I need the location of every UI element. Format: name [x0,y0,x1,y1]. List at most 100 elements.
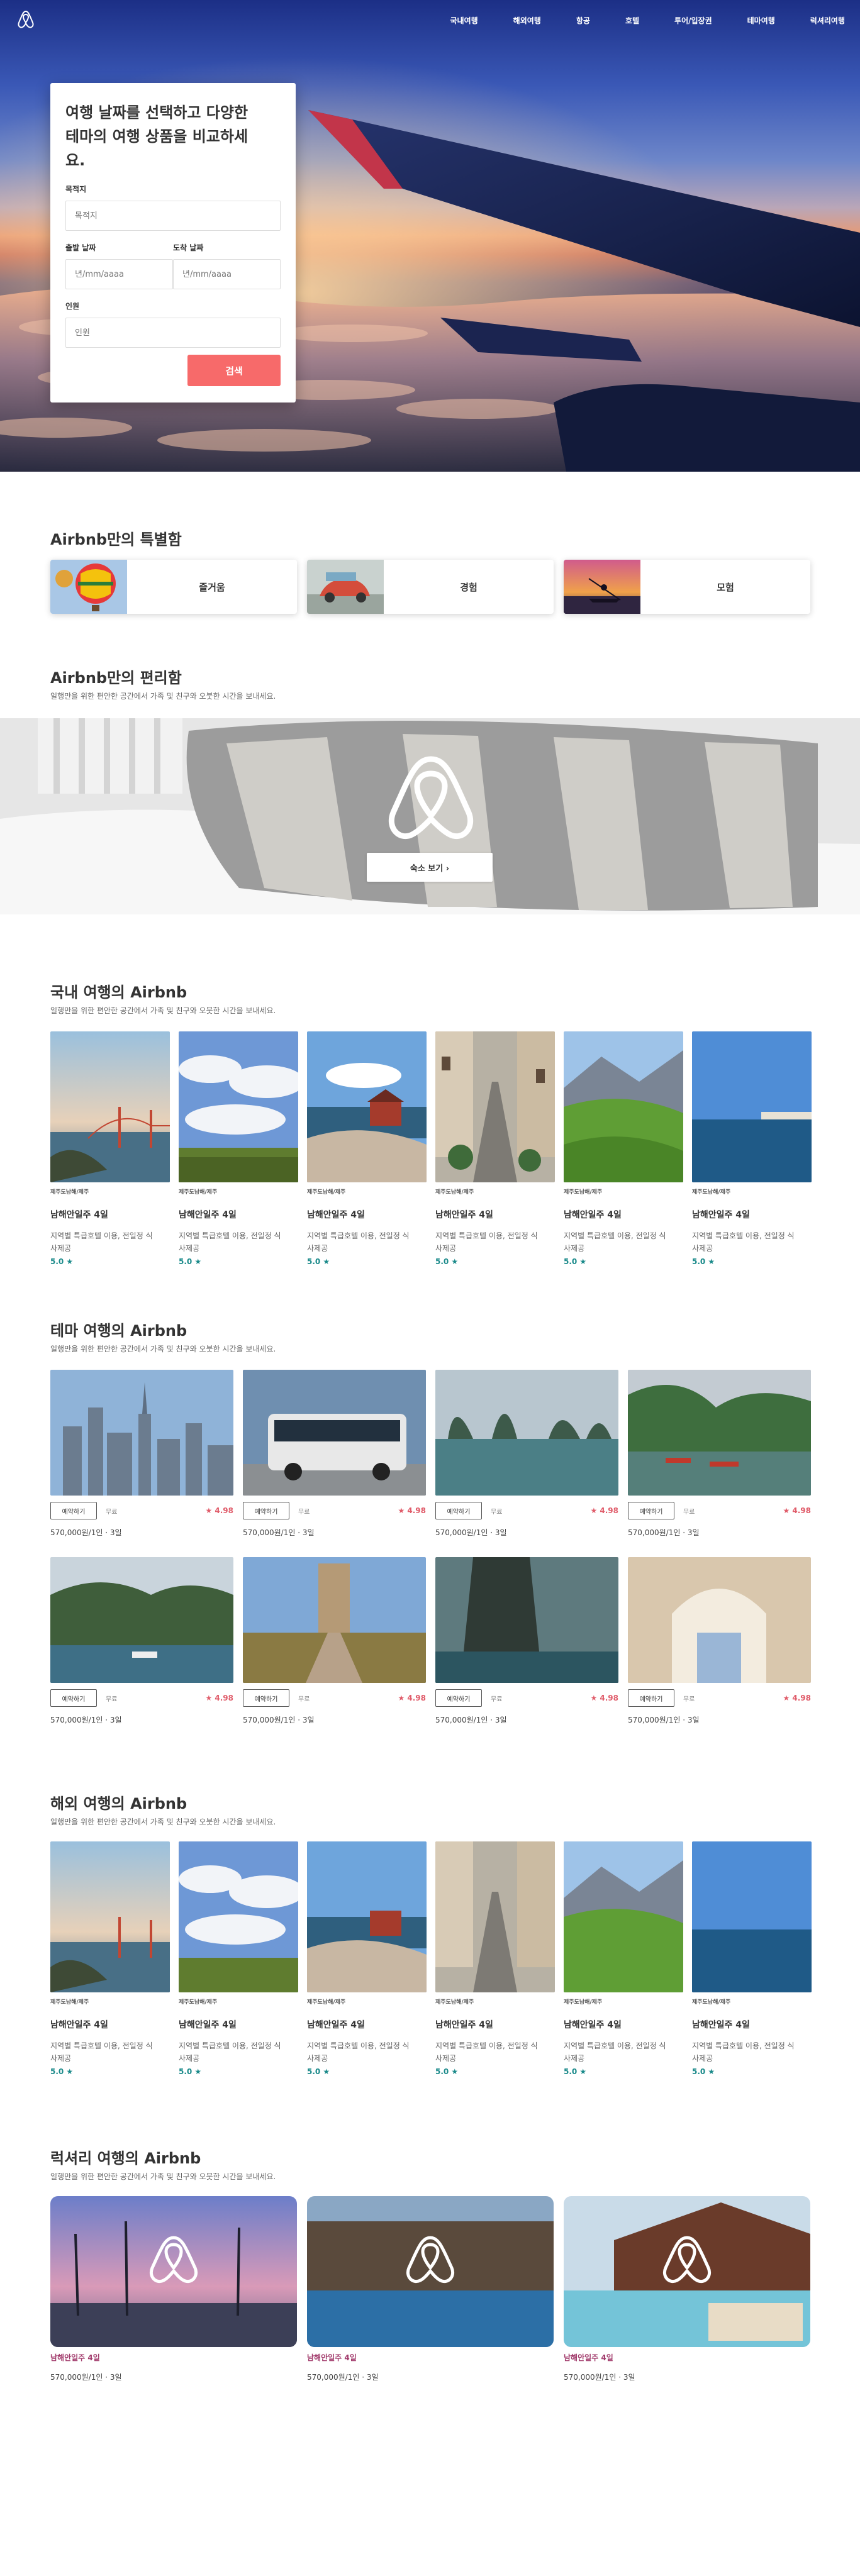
card-title: 남해안일주 4일 [564,2020,622,2030]
river-boats-image [628,1370,811,1496]
green-valley-image [564,1841,683,1992]
city-skyline-image [50,1370,233,1496]
star-rating: ★ 4.98 [590,1694,618,1702]
theme-section-title: 테마 여행의 Airbnb [50,1322,187,1340]
luxury-card[interactable]: 남해안일주 4일 570,000원/1인 · 3일 [50,2196,297,2382]
nav-item-tours[interactable]: 투어/입장권 [674,15,712,26]
theme-card[interactable]: 예약하기 무료 ★ 4.98 570,000원/1인 · 3일 [50,1557,233,1725]
special-card-label: 즐거움 [199,581,225,593]
theme-card[interactable]: 예약하기 무료 ★ 4.98 570,000원/1인 · 3일 [50,1370,233,1538]
book-button[interactable]: 예약하기 [435,1689,482,1707]
vintage-car-image [307,560,384,614]
book-button[interactable]: 예약하기 [435,1502,482,1519]
free-label: 무료 [106,1508,118,1516]
luxury-card[interactable]: 남해안일주 4일 570,000원/1인 · 3일 [564,2196,810,2382]
overseas-card[interactable]: 제주도남해/제주 남해안일주 4일 지역별 특급호텔 이용, 전일정 식사제공 … [692,1841,812,2076]
price-text: 570,000원/1인 · 3일 [50,1716,122,1724]
depart-date-input[interactable] [65,259,173,289]
boardwalk-tower-image [243,1557,426,1683]
view-stays-button[interactable]: 숙소 보기 › [367,853,493,882]
theme-card[interactable]: 예약하기 무료 ★ 4.98 570,000원/1인 · 3일 [628,1370,811,1538]
price-text: 570,000원/1인 · 3일 [628,1528,700,1537]
palm-resort-image [50,2196,297,2347]
domestic-card[interactable]: 제주도남해/제주 남해안일주 4일 지역별 특급호텔 이용, 전일정 식사제공 … [307,1031,427,1266]
theme-card[interactable]: 예약하기 무료 ★ 4.98 570,000원/1인 · 3일 [628,1557,811,1725]
luxury-card[interactable]: 남해안일주 4일 570,000원/1인 · 3일 [307,2196,554,2382]
theme-card[interactable]: 예약하기 무료 ★ 4.98 570,000원/1인 · 3일 [243,1557,426,1725]
theme-card-row: 예약하기 무료 ★ 4.98 [628,1502,811,1519]
card-title: 남해안일주 4일 [307,2353,357,2362]
book-button[interactable]: 예약하기 [50,1689,97,1707]
date-row: 출발 날짜 도착 날짜 [65,231,281,289]
overseas-card[interactable]: 제주도남해/제주 남해안일주 4일 지역별 특급호텔 이용, 전일정 식사제공 … [307,1841,427,2076]
nav-item-overseas[interactable]: 해외여행 [513,15,541,26]
domestic-card[interactable]: 제주도남해/제주 남해안일주 4일 지역별 특급호텔 이용, 전일정 식사제공 … [179,1031,298,1266]
nav-item-hotels[interactable]: 호텔 [625,15,639,26]
overseas-card[interactable]: 제주도남해/제주 남해안일주 4일 지역별 특급호텔 이용, 전일정 식사제공 … [50,1841,170,2076]
overseas-card[interactable]: 제주도남해/제주 남해안일주 4일 지역별 특급호텔 이용, 전일정 식사제공 … [564,1841,683,2076]
card-title: 남해안일주 4일 [564,2353,613,2362]
book-button[interactable]: 예약하기 [628,1502,674,1519]
theme-card[interactable]: 예약하기 무료 ★ 4.98 570,000원/1인 · 3일 [243,1370,426,1538]
kayak-sunset-image [564,560,640,614]
theme-card-row: 예약하기 무료 ★ 4.98 [435,1502,618,1519]
star-rating: ★ 4.98 [205,1506,233,1515]
theme-card-row: 예약하기 무료 ★ 4.98 [628,1689,811,1707]
nav-item-theme[interactable]: 테마여행 [747,15,775,26]
nav-item-luxury[interactable]: 럭셔리여행 [810,15,845,26]
card-title: 남해안일주 4일 [692,1210,750,1220]
special-card-adventure[interactable]: 모험 [564,560,810,614]
domestic-card[interactable]: 제주도남해/제주 남해안일주 4일 지역별 특급호텔 이용, 전일정 식사제공 … [692,1031,812,1266]
special-card-experience[interactable]: 경험 [307,560,554,614]
card-description: 지역별 특급호텔 이용, 전일정 식사제공 [307,2041,410,2063]
hot-air-balloon-image [50,560,127,614]
price-text: 570,000원/1인 · 3일 [628,1716,700,1724]
book-button[interactable]: 예약하기 [50,1502,97,1519]
book-button[interactable]: 예약하기 [243,1689,289,1707]
domestic-card[interactable]: 제주도남해/제주 남해안일주 4일 지역별 특급호텔 이용, 전일정 식사제공 … [435,1031,555,1266]
card-description: 지역별 특급호텔 이용, 전일정 식사제공 [564,2041,666,2063]
book-button[interactable]: 예약하기 [628,1689,674,1707]
lakeside-cabin-image [307,1031,427,1182]
arrive-date-input[interactable] [173,259,281,289]
destination-label: 목적지 [65,185,87,194]
theme-card[interactable]: 예약하기 무료 ★ 4.98 570,000원/1인 · 3일 [435,1370,618,1538]
free-label: 무료 [683,1696,695,1703]
book-button[interactable]: 예약하기 [243,1502,289,1519]
golden-gate-bridge-image [50,1031,170,1182]
card-title: 남해안일주 4일 [307,1210,365,1220]
nav-item-domestic[interactable]: 국내여행 [450,15,478,26]
special-card-fun[interactable]: 즐거움 [50,560,297,614]
card-description: 지역별 특급호텔 이용, 전일정 식사제공 [307,1231,410,1253]
card-region-tag: 제주도남해/제주 [307,1189,346,1196]
luxury-section-title: 럭셔리 여행의 Airbnb [50,2150,201,2167]
theme-card-row: 예약하기 무료 ★ 4.98 [50,1689,233,1707]
card-title: 남해안일주 4일 [564,1210,622,1220]
card-region-tag: 제주도남해/제주 [50,1999,89,2006]
card-rating: 5.0 ★ [435,1257,459,1266]
airbnb-logo-icon[interactable] [15,9,36,30]
search-button[interactable]: 검색 [187,355,281,386]
card-title: 남해안일주 4일 [50,2353,100,2362]
domestic-card[interactable]: 제주도남해/제주 남해안일주 4일 지역별 특급호텔 이용, 전일정 식사제공 … [50,1031,170,1266]
card-region-tag: 제주도남해/제주 [179,1189,218,1196]
guests-label: 인원 [65,302,80,311]
view-stays-label: 숙소 보기 [410,863,444,874]
top-navigation: 국내여행 해외여행 항공 호텔 투어/입장권 테마여행 럭셔리여행 [450,15,860,26]
overseas-section-title: 해외 여행의 Airbnb [50,1795,187,1813]
card-description: 지역별 특급호텔 이용, 전일정 식사제공 [50,2041,153,2063]
overseas-card[interactable]: 제주도남해/제주 남해안일주 4일 지역별 특급호텔 이용, 전일정 식사제공 … [435,1841,555,2076]
card-title: 남해안일주 4일 [307,2020,365,2030]
destination-input[interactable] [65,201,281,231]
guests-input[interactable] [65,318,281,348]
card-region-tag: 제주도남해/제주 [307,1999,346,2006]
overseas-card[interactable]: 제주도남해/제주 남해안일주 4일 지역별 특급호텔 이용, 전일정 식사제공 … [179,1841,298,2076]
theme-card[interactable]: 예약하기 무료 ★ 4.98 570,000원/1인 · 3일 [435,1557,618,1725]
card-region-tag: 제주도남해/제주 [179,1999,218,2006]
card-title: 남해안일주 4일 [435,2020,493,2030]
nav-item-flights[interactable]: 항공 [576,15,590,26]
domestic-card[interactable]: 제주도남해/제주 남해안일주 4일 지역별 특급호텔 이용, 전일정 식사제공 … [564,1031,683,1266]
star-rating: ★ 4.98 [590,1506,618,1515]
theme-subtitle: 일행만을 위한 편안한 공간에서 가족 및 친구와 오붓한 시간을 보내세요. [50,1345,276,1353]
card-rating: 5.0 ★ [564,1257,587,1266]
